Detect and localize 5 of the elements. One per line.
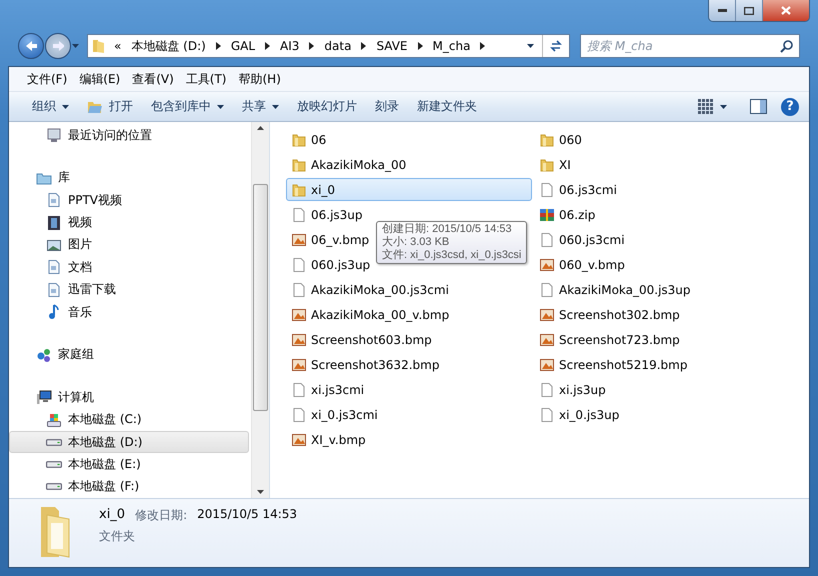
file-name: xi_0 (99, 507, 126, 524)
file-type: 文件夹 (99, 528, 136, 545)
tooltip: 创建日期: 2015/10/5 14:53 大小: 3.03 KB 文件: xi_0.js3csd, xi_0.js3csi (376, 221, 528, 264)
field-value: 2015/10/5 14:53 (197, 507, 298, 523)
field-label: 修改日期: (135, 507, 188, 524)
